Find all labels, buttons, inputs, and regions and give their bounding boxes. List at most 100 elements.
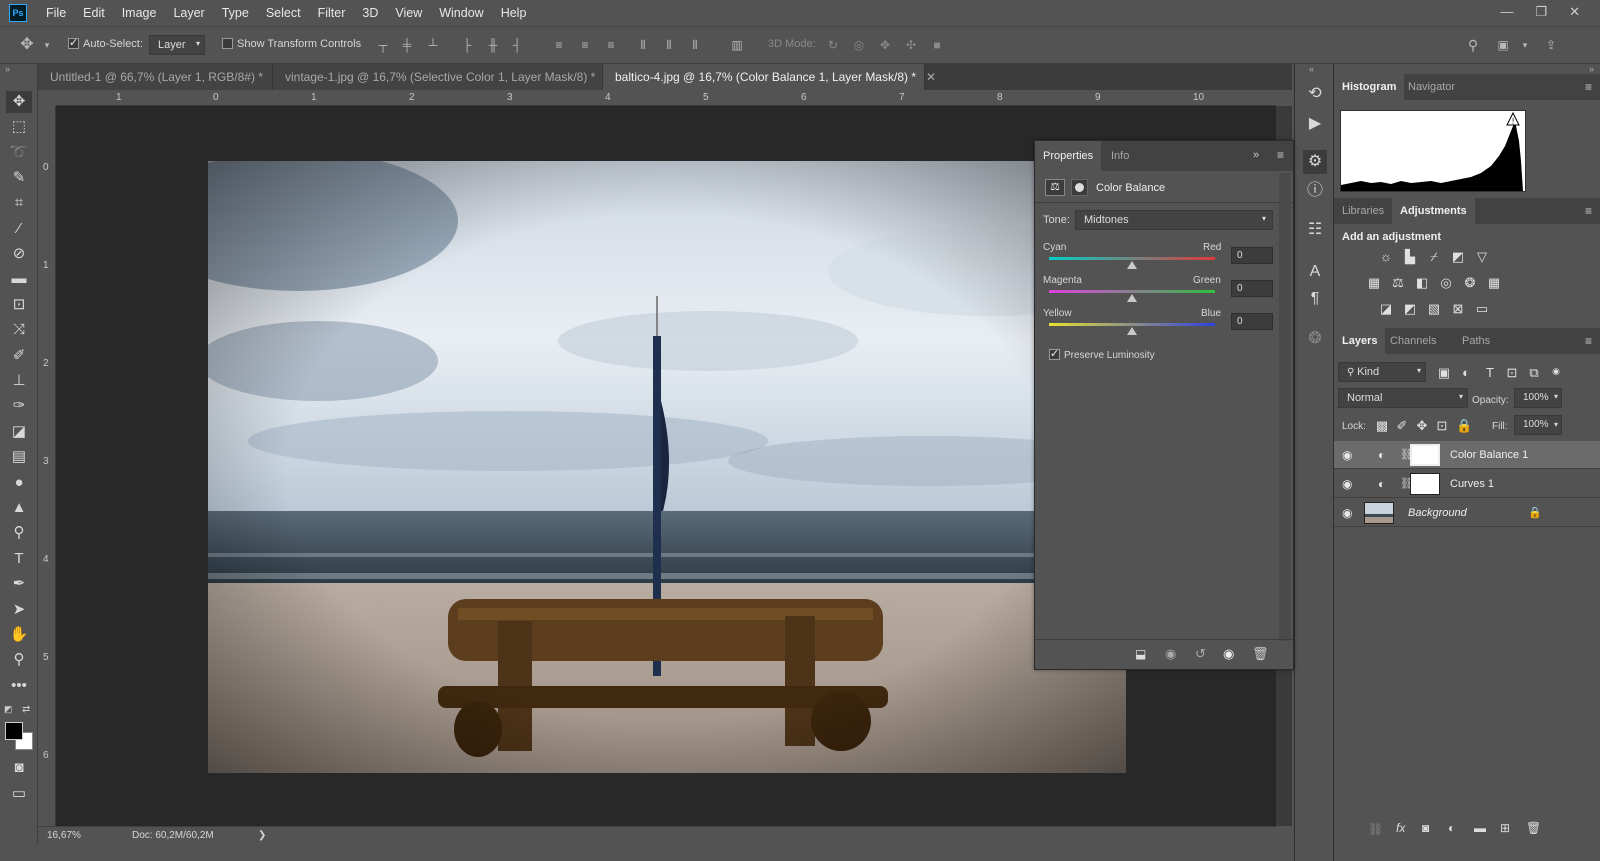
lock-artboard-icon[interactable]: ⊡ (1434, 419, 1450, 433)
new-adjustment-icon[interactable]: ◐ (1448, 821, 1455, 835)
invert-icon[interactable]: ◪ (1378, 302, 1394, 316)
quick-mask-icon[interactable]: ◙ (6, 757, 32, 779)
collapse-dock-icon[interactable]: » (1589, 64, 1594, 74)
quick-select-tool-icon[interactable]: ✎ (6, 167, 32, 189)
expand-panels-icon[interactable]: « (1309, 64, 1314, 74)
history-brush-tool-icon[interactable]: ✑ (6, 395, 32, 417)
align-vcenter-icon[interactable]: ╪ (400, 38, 414, 52)
distribute-vcenter-icon[interactable]: ≡ (578, 38, 592, 52)
new-group-icon[interactable]: ▬ (1474, 821, 1486, 835)
color-balance-adj-icon[interactable]: ⚖ (1390, 276, 1406, 290)
filter-type-icon[interactable]: T (1482, 366, 1498, 380)
preserve-luminosity-checkbox[interactable]: Preserve Luminosity (1049, 347, 1155, 361)
add-mask-icon[interactable]: ◙ (1422, 821, 1429, 835)
move-tool-icon[interactable]: ✥ (20, 37, 34, 53)
visibility-eye-icon[interactable]: ◉ (1223, 646, 1234, 662)
visibility-eye-icon[interactable]: ◉ (1342, 477, 1352, 491)
layer-name[interactable]: Curves 1 (1450, 478, 1494, 490)
link-layers-icon[interactable]: ⛓ (1368, 822, 1383, 836)
content-move-tool-icon[interactable]: ⤨ (6, 319, 32, 341)
3d-icon[interactable]: ❂ (1303, 327, 1327, 351)
layer-row-background[interactable]: ◉ Background 🔒 (1334, 499, 1600, 527)
delete-icon[interactable]: 🗑 (1252, 646, 1269, 662)
layer-mask-thumbnail[interactable] (1410, 473, 1440, 495)
layer-mask-thumbnail[interactable] (1410, 444, 1440, 466)
share-icon[interactable]: ⇪ (1544, 38, 1558, 52)
collapse-icon[interactable]: » (5, 64, 10, 74)
lock-image-icon[interactable]: ✐ (1394, 419, 1410, 433)
align-bottom-icon[interactable]: ┴ (426, 38, 440, 52)
menu-3d[interactable]: 3D (362, 6, 378, 20)
color-balance-icon[interactable]: ⚖ (1045, 179, 1065, 196)
levels-icon[interactable]: ▙ (1402, 250, 1418, 264)
distribute-left-icon[interactable]: ⫴ (636, 38, 650, 52)
cyan-red-thumb[interactable] (1127, 261, 1137, 269)
panel-menu-icon[interactable]: ≡ (1277, 148, 1284, 162)
menu-view[interactable]: View (395, 6, 422, 20)
3d-slide-icon[interactable]: ✣ (904, 38, 918, 52)
3d-roll-icon[interactable]: ◎ (852, 38, 866, 52)
curves-icon[interactable]: ⌿ (1426, 250, 1442, 264)
distribute-right-icon[interactable]: ⫴ (688, 38, 702, 52)
align-right-icon[interactable]: ┤ (510, 38, 524, 52)
chevron-down-icon[interactable]: ▾ (40, 38, 54, 52)
distribute-hcenter-icon[interactable]: ⫴ (662, 38, 676, 52)
status-menu-arrow[interactable]: ❯ (258, 830, 266, 841)
auto-select-dropdown[interactable]: Layer ▾ (149, 35, 205, 55)
tab-channels[interactable]: Channels (1382, 328, 1444, 354)
panel-menu-icon[interactable]: ≡ (1585, 334, 1592, 348)
auto-select-checkbox[interactable]: Auto-Select: (68, 36, 143, 50)
properties-icon[interactable]: ⚙ (1303, 150, 1327, 174)
path-select-tool-icon[interactable]: ➤ (6, 599, 32, 621)
show-transform-checkbox[interactable]: Show Transform Controls (222, 38, 361, 50)
distribute-bottom-icon[interactable]: ≡ (604, 38, 618, 52)
tab-navigator[interactable]: Navigator (1400, 74, 1463, 100)
visibility-eye-icon[interactable]: ◉ (1342, 506, 1352, 520)
menu-window[interactable]: Window (439, 6, 483, 20)
layer-kind-filter[interactable]: ⚲ Kind ▾ (1338, 362, 1426, 382)
yellow-blue-slider[interactable] (1049, 323, 1215, 326)
tab-vintage-1[interactable]: vintage-1.jpg @ 16,7% (Selective Color 1… (273, 64, 615, 90)
paragraph-icon[interactable]: ¶ (1303, 287, 1327, 311)
color-lookup-icon[interactable]: ▦ (1486, 276, 1502, 290)
zoom-tool-icon[interactable]: ⚲ (6, 649, 32, 671)
restore-button[interactable]: ❐ (1535, 4, 1547, 20)
lock-position-icon[interactable]: ✥ (1414, 419, 1430, 433)
cyan-red-slider[interactable] (1049, 257, 1215, 260)
pen-tool-icon[interactable]: ✒ (6, 573, 32, 595)
brightness-contrast-icon[interactable]: ☼ (1378, 250, 1394, 264)
lock-transparent-icon[interactable]: ▩ (1374, 419, 1390, 433)
sharpen-tool-icon[interactable]: ▲ (6, 497, 32, 519)
menu-filter[interactable]: Filter (318, 6, 346, 20)
distribute-top-icon[interactable]: ≡ (552, 38, 566, 52)
chevron-down-icon[interactable]: ▾ (1554, 392, 1558, 401)
healing-brush-tool-icon[interactable]: ⊘ (6, 243, 32, 265)
magenta-green-thumb[interactable] (1127, 294, 1137, 302)
panel-menu-icon[interactable]: ≡ (1585, 204, 1592, 218)
filter-toggle-icon[interactable]: ◉ (1548, 364, 1564, 378)
threshold-icon[interactable]: ▧ (1426, 302, 1442, 316)
align-left-icon[interactable]: ├ (460, 38, 474, 52)
character-styles-icon[interactable]: ☷ (1303, 218, 1327, 242)
hue-saturation-icon[interactable]: ▦ (1366, 276, 1382, 290)
eraser-tool-icon[interactable]: ◪ (6, 421, 32, 443)
gradient-tool-icon[interactable]: ▤ (6, 446, 32, 468)
dodge-tool-icon[interactable]: ⚲ (6, 522, 32, 544)
tab-layers[interactable]: Layers (1334, 328, 1386, 354)
vertical-ruler[interactable]: 0 1 2 3 4 5 6 (38, 106, 56, 826)
history-icon[interactable]: ⟲ (1303, 82, 1327, 106)
tab-adjustments[interactable]: Adjustments (1392, 198, 1475, 224)
vibrance-icon[interactable]: ▽ (1474, 250, 1490, 264)
auto-align-icon[interactable]: ▥ (730, 38, 744, 52)
blur-tool-icon[interactable]: ● (6, 472, 32, 494)
clip-to-layer-icon[interactable]: ⬓ (1135, 647, 1146, 661)
filter-shape-icon[interactable]: ⊡ (1504, 366, 1520, 380)
yellow-blue-thumb[interactable] (1127, 327, 1137, 335)
tone-dropdown[interactable]: Midtones ▾ (1075, 210, 1273, 230)
gradient-map-icon[interactable]: ▭ (1474, 302, 1490, 316)
lock-all-icon[interactable]: 🔒 (1456, 419, 1472, 433)
tab-histogram[interactable]: Histogram (1334, 74, 1405, 100)
menu-select[interactable]: Select (266, 6, 301, 20)
close-tab-icon[interactable]: ✕ (926, 70, 936, 84)
menu-layer[interactable]: Layer (173, 6, 204, 20)
